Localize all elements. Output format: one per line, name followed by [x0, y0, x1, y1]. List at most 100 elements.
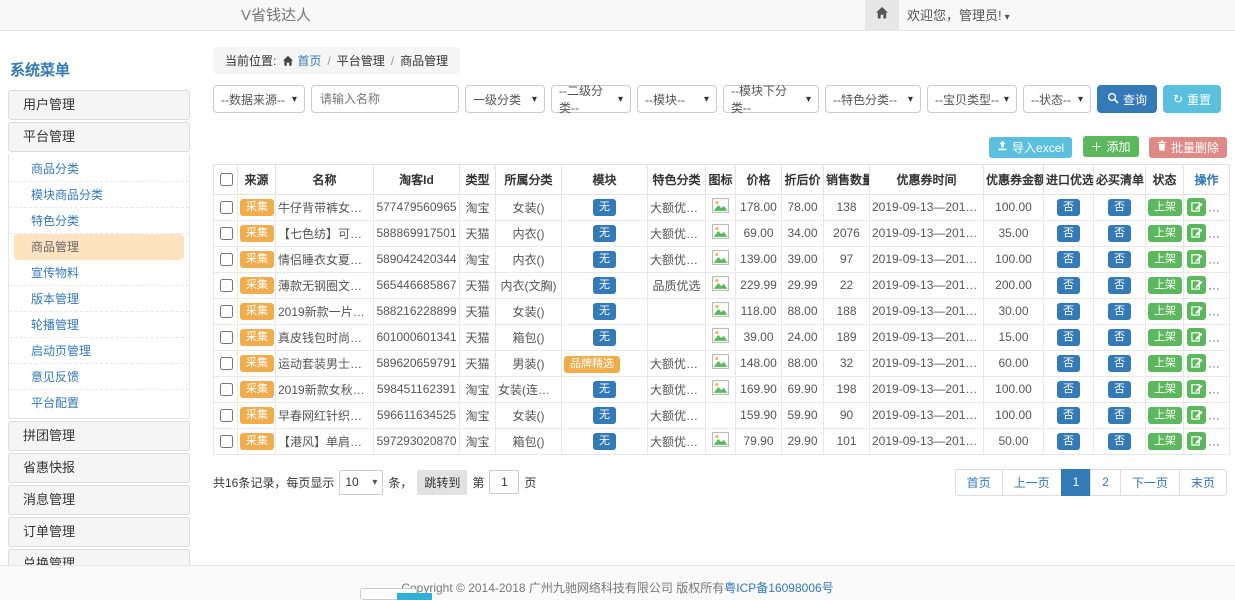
- must-buy-toggle[interactable]: 否: [1108, 433, 1131, 450]
- import-select-toggle[interactable]: 否: [1057, 433, 1080, 450]
- sidebar-item-商品管理[interactable]: 商品管理: [14, 234, 184, 260]
- edit-button[interactable]: [1187, 380, 1206, 398]
- filter-select-3[interactable]: --模块--▾: [637, 85, 717, 113]
- row-checkbox[interactable]: [220, 409, 233, 422]
- page-button-2[interactable]: 2: [1090, 469, 1121, 496]
- page-button-上一页[interactable]: 上一页: [1002, 469, 1062, 496]
- reset-button[interactable]: ↻ 重置: [1163, 85, 1221, 113]
- sidebar-item-特色分类[interactable]: 特色分类: [9, 208, 189, 234]
- import-select-toggle[interactable]: 否: [1057, 329, 1080, 346]
- discount-price-cell: 39.00: [782, 246, 824, 272]
- status-badge[interactable]: 上架: [1148, 225, 1182, 242]
- sidebar-item-消息管理[interactable]: 消息管理: [8, 485, 190, 515]
- sidebar-item-模块商品分类[interactable]: 模块商品分类: [9, 182, 189, 208]
- sidebar-item-轮播管理[interactable]: 轮播管理: [9, 312, 189, 338]
- jump-button[interactable]: 跳转到: [417, 470, 467, 495]
- must-buy-toggle[interactable]: 否: [1108, 251, 1131, 268]
- status-badge[interactable]: 上架: [1148, 303, 1182, 320]
- sidebar-item-版本管理[interactable]: 版本管理: [9, 286, 189, 312]
- select-all-checkbox[interactable]: [220, 173, 233, 186]
- sidebar-item-宣传物料[interactable]: 宣传物料: [9, 260, 189, 286]
- data-source-select[interactable]: --数据来源--▾: [213, 85, 305, 113]
- row-checkbox[interactable]: [220, 383, 233, 396]
- sidebar-item-省惠快报[interactable]: 省惠快报: [8, 453, 190, 483]
- breadcrumb-home-link[interactable]: 首页: [297, 54, 321, 68]
- name-search-input[interactable]: [311, 85, 459, 113]
- status-badge[interactable]: 上架: [1148, 251, 1182, 268]
- page-button-首页[interactable]: 首页: [955, 469, 1003, 496]
- sidebar-item-启动页管理[interactable]: 启动页管理: [9, 338, 189, 364]
- import-select-toggle[interactable]: 否: [1057, 225, 1080, 242]
- edit-button[interactable]: [1187, 406, 1206, 424]
- row-checkbox[interactable]: [220, 201, 233, 214]
- user-menu[interactable]: 欢迎您，管理员!▾: [907, 0, 1010, 33]
- edit-button[interactable]: [1187, 302, 1206, 320]
- page-button-1[interactable]: 1: [1061, 469, 1092, 496]
- status-badge[interactable]: 上架: [1148, 433, 1182, 450]
- import-excel-button[interactable]: 导入excel: [989, 137, 1072, 158]
- edit-button[interactable]: [1187, 224, 1206, 242]
- must-buy-toggle[interactable]: 否: [1108, 329, 1131, 346]
- edit-button[interactable]: [1187, 328, 1206, 346]
- page-button-末页[interactable]: 末页: [1179, 469, 1227, 496]
- filter-select-5[interactable]: --特色分类--▾: [825, 85, 921, 113]
- edit-button[interactable]: [1187, 276, 1206, 294]
- sidebar-item-平台配置[interactable]: 平台配置: [9, 390, 189, 416]
- must-buy-toggle[interactable]: 否: [1108, 277, 1131, 294]
- row-checkbox[interactable]: [220, 305, 233, 318]
- row-checkbox[interactable]: [220, 331, 233, 344]
- status-badge[interactable]: 上架: [1148, 355, 1182, 372]
- sidebar-item-拼团管理[interactable]: 拼团管理: [8, 421, 190, 451]
- must-buy-toggle[interactable]: 否: [1108, 303, 1131, 320]
- edit-button[interactable]: [1187, 198, 1206, 216]
- batch-delete-button[interactable]: 批量删除: [1149, 137, 1227, 158]
- import-select-toggle[interactable]: 否: [1057, 303, 1080, 320]
- status-badge[interactable]: 上架: [1148, 277, 1182, 294]
- filter-select-6[interactable]: --宝贝类型--▾: [927, 85, 1017, 113]
- breadcrumb-prefix: 当前位置:: [225, 54, 276, 68]
- column-header-销售数量: 销售数量: [824, 164, 870, 194]
- import-select-toggle[interactable]: 否: [1057, 199, 1080, 216]
- import-select-toggle[interactable]: 否: [1057, 277, 1080, 294]
- sidebar-item-商品分类[interactable]: 商品分类: [9, 156, 189, 182]
- search-button[interactable]: 查询: [1097, 85, 1157, 113]
- row-checkbox[interactable]: [220, 279, 233, 292]
- sidebar-item-订单管理[interactable]: 订单管理: [8, 517, 190, 547]
- must-buy-toggle[interactable]: 否: [1108, 355, 1131, 372]
- reset-button-label: 重置: [1187, 91, 1211, 108]
- home-button[interactable]: [865, 0, 899, 31]
- page-button-下一页[interactable]: 下一页: [1120, 469, 1180, 496]
- import-select-toggle[interactable]: 否: [1057, 355, 1080, 372]
- edit-button[interactable]: [1187, 354, 1206, 372]
- per-page-select[interactable]: 10▾: [339, 470, 383, 495]
- status-badge[interactable]: 上架: [1148, 329, 1182, 346]
- must-buy-toggle[interactable]: 否: [1108, 199, 1131, 216]
- filter-select-1[interactable]: 一级分类▾: [465, 85, 545, 113]
- sidebar-item-用户管理[interactable]: 用户管理: [8, 90, 190, 120]
- edit-button[interactable]: [1187, 432, 1206, 450]
- add-button[interactable]: ＋ 添加: [1083, 136, 1139, 157]
- page-number-input[interactable]: [489, 470, 519, 494]
- row-checkbox[interactable]: [220, 227, 233, 240]
- filter-select-2[interactable]: --二级分类--▾: [551, 85, 631, 113]
- filter-select-4[interactable]: --模块下分类--▾: [723, 85, 819, 113]
- filter-select-7[interactable]: --状态--▾: [1023, 85, 1091, 113]
- sidebar-item-平台管理[interactable]: 平台管理: [8, 122, 190, 152]
- must-buy-toggle[interactable]: 否: [1108, 225, 1131, 242]
- must-buy-toggle[interactable]: 否: [1108, 407, 1131, 424]
- status-badge[interactable]: 上架: [1148, 381, 1182, 398]
- row-checkbox[interactable]: [220, 357, 233, 370]
- import-select-toggle[interactable]: 否: [1057, 251, 1080, 268]
- import-select-toggle[interactable]: 否: [1057, 381, 1080, 398]
- edit-button[interactable]: [1187, 250, 1206, 268]
- row-checkbox[interactable]: [220, 253, 233, 266]
- row-checkbox[interactable]: [220, 435, 233, 448]
- status-badge[interactable]: 上架: [1148, 199, 1182, 216]
- must-buy-toggle[interactable]: 否: [1108, 381, 1131, 398]
- coupon-amount-cell: 100.00: [984, 246, 1044, 272]
- import-select-toggle[interactable]: 否: [1057, 407, 1080, 424]
- product-image-icon: [712, 384, 729, 398]
- status-badge[interactable]: 上架: [1148, 407, 1182, 424]
- icp-link[interactable]: 粤ICP备16098006号: [724, 581, 833, 595]
- sidebar-item-意见反馈[interactable]: 意见反馈: [9, 364, 189, 390]
